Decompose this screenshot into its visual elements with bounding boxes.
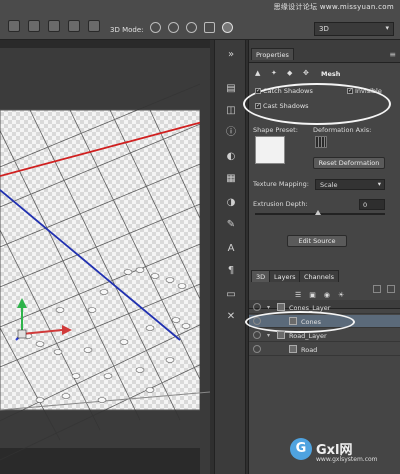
eye-icon[interactable]: [253, 345, 261, 353]
watermark-logo-icon: G: [290, 438, 312, 460]
watermark-logo: G Gxl网 www.gxlsystem.com: [290, 436, 394, 470]
swatches-icon[interactable]: ▦: [221, 170, 241, 188]
mesh-icon[interactable]: ▲: [255, 69, 260, 77]
extrusion-depth-label: Extrusion Depth:: [253, 200, 308, 208]
mask-icon[interactable]: ▭: [221, 286, 241, 304]
tools-icon[interactable]: ✕: [221, 308, 241, 326]
materials-icon[interactable]: ◉: [324, 291, 330, 299]
panel-menu-icon[interactable]: ≡: [389, 50, 396, 59]
roll-3d-icon[interactable]: [168, 22, 179, 33]
layer-folder-icon: [277, 331, 285, 339]
options-bar: 思缘设计论坛 www.missyuan.com 3D Mode: 3D: [0, 0, 400, 40]
adjustments-icon[interactable]: ◑: [221, 194, 241, 212]
collapse-icon[interactable]: »: [221, 46, 241, 64]
cast-shadows-label: Cast Shadows: [263, 102, 309, 110]
extrusion-depth-input[interactable]: 0: [359, 199, 385, 210]
deformation-axis-icon[interactable]: [315, 136, 327, 148]
layer-folder-icon: [277, 303, 285, 311]
tab-properties[interactable]: Properties: [251, 48, 294, 60]
texture-mapping-label: Texture Mapping:: [253, 180, 309, 188]
meshes-icon[interactable]: ▣: [309, 291, 316, 299]
layer-row[interactable]: ▾ Road_Layer: [249, 329, 400, 342]
cap-icon[interactable]: ◆: [287, 69, 292, 77]
watermark-url: www.gxlsystem.com: [316, 456, 378, 463]
invisible-checkbox[interactable]: ✓: [347, 88, 353, 94]
distribute-vertical-icon[interactable]: [88, 20, 100, 32]
3d-scene[interactable]: [0, 40, 210, 474]
edit-source-button[interactable]: Edit Source: [287, 235, 347, 247]
right-panels: Properties ≡ ▲ ✦ ◆ ✥ Mesh ✓ Catch Shadow…: [243, 40, 400, 474]
toolbar-icons: [8, 20, 100, 32]
layer-name: Road_Layer: [289, 332, 327, 340]
character-icon[interactable]: A: [221, 240, 241, 258]
whole-scene-icon[interactable]: ☰: [295, 291, 301, 299]
invisible-option[interactable]: ✓ Invisible: [347, 87, 382, 95]
coordinates-icon[interactable]: ✥: [303, 69, 309, 77]
history-icon[interactable]: ▤: [221, 80, 241, 98]
new-layer-icon[interactable]: [373, 285, 381, 293]
canvas-area[interactable]: [0, 40, 210, 474]
catch-shadows-option[interactable]: ✓ Catch Shadows: [255, 87, 313, 95]
3d-filter-icons: ☰ ▣ ◉ ☀: [295, 291, 344, 299]
properties-icon[interactable]: ◫: [221, 102, 241, 120]
cast-shadows-checkbox[interactable]: ✓: [255, 103, 261, 109]
extrusion-depth-slider-thumb[interactable]: [315, 210, 321, 215]
tool-strip: » ▤ ◫ ⓘ ◐ ▦ ◑ ✎ A ¶ ▭ ✕: [214, 40, 246, 474]
mode-label: 3D Mode:: [110, 26, 144, 34]
tab-3d[interactable]: 3D: [251, 270, 271, 282]
workspace-select[interactable]: 3D: [314, 22, 394, 36]
paragraph-icon[interactable]: ¶: [221, 262, 241, 280]
align-left-icon[interactable]: [8, 20, 20, 32]
slide-3d-icon[interactable]: [204, 22, 215, 33]
watermark-text: 思缘设计论坛 www.missyuan.com: [273, 3, 394, 11]
scale-3d-icon[interactable]: [222, 22, 233, 33]
shape-preset-swatch[interactable]: [255, 136, 285, 164]
expand-icon[interactable]: ▾: [267, 332, 270, 339]
shape-preset-label: Shape Preset:: [253, 126, 298, 134]
tab-channels[interactable]: Channels: [299, 270, 340, 282]
align-center-icon[interactable]: [28, 20, 40, 32]
cast-shadows-option[interactable]: ✓ Cast Shadows: [255, 102, 309, 110]
layer-row[interactable]: Road: [249, 343, 400, 356]
color-icon[interactable]: ◐: [221, 148, 241, 166]
eye-icon[interactable]: [253, 331, 261, 339]
properties-panel: ▲ ✦ ◆ ✥ Mesh ✓ Catch Shadows ✓ Invisible…: [243, 62, 400, 300]
catch-shadows-label: Catch Shadows: [263, 87, 313, 95]
invisible-label: Invisible: [355, 87, 382, 95]
deform-icon[interactable]: ✦: [271, 69, 277, 77]
reset-deformation-button[interactable]: Reset Deformation: [313, 157, 385, 169]
info-icon[interactable]: ⓘ: [221, 124, 241, 142]
tab-layers[interactable]: Layers: [269, 270, 301, 282]
section-title: Mesh: [321, 70, 341, 78]
trash-icon[interactable]: [387, 285, 395, 293]
expand-icon[interactable]: ▾: [267, 304, 270, 311]
3d-mode-icons: [150, 22, 233, 33]
properties-icon-row: ▲ ✦ ◆ ✥ Mesh: [255, 69, 395, 79]
texture-mapping-select[interactable]: Scale: [315, 179, 385, 190]
eye-icon[interactable]: [253, 303, 261, 311]
distribute-icon[interactable]: [68, 20, 80, 32]
deformation-axis-label: Deformation Axis:: [313, 126, 372, 134]
mesh-layer-icon: [289, 345, 297, 353]
align-right-icon[interactable]: [48, 20, 60, 32]
layer-name: Road: [301, 346, 318, 354]
catch-shadows-checkbox[interactable]: ✓: [255, 88, 261, 94]
lights-icon[interactable]: ☀: [338, 291, 344, 299]
brush-icon[interactable]: ✎: [221, 216, 241, 234]
ground-plane: [0, 110, 200, 410]
drag-3d-icon[interactable]: [186, 22, 197, 33]
rotate-3d-icon[interactable]: [150, 22, 161, 33]
